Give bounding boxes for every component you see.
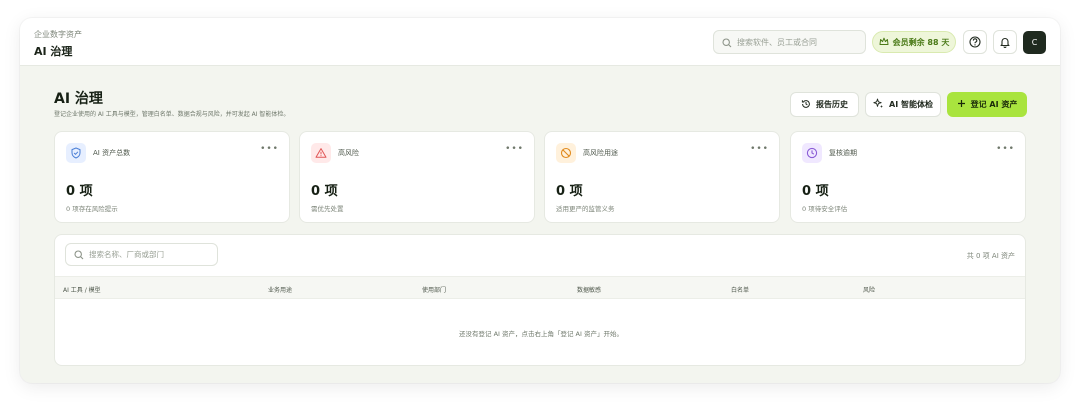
table-search-placeholder: 搜索名称、厂商或部门	[89, 250, 164, 259]
stat-card-high-risk: 高风险 ••• 0 项 需优先处置	[299, 131, 535, 223]
sparkle-icon	[873, 98, 884, 111]
column-header-data-sensitivity[interactable]: 数据敏感	[577, 285, 601, 294]
page-description: 登记企业使用的 AI 工具与模型，管理白名单、数据合规与风险，并可发起 AI 智…	[54, 111, 290, 118]
search-icon	[722, 33, 732, 52]
plus-icon	[957, 99, 966, 110]
bell-icon	[999, 33, 1011, 52]
global-search-input[interactable]: 搜索软件、员工或合同	[713, 30, 866, 54]
more-icon[interactable]: •••	[996, 144, 1015, 154]
register-ai-asset-button[interactable]: 登记 AI 资产	[947, 92, 1027, 117]
app-window: 企业数字资产 AI 治理 搜索软件、员工或合同 会员剩余 88 天 C AI 治…	[20, 18, 1060, 383]
table-header: AI 工具 / 模型 业务用途 使用部门 数据敏感 白名单 风险	[55, 276, 1025, 299]
block-icon	[556, 143, 576, 163]
table-search-input[interactable]: 搜索名称、厂商或部门	[65, 243, 218, 266]
stat-card-label: 高风险用途	[583, 149, 618, 157]
column-header-whitelist[interactable]: 白名单	[731, 285, 749, 294]
search-icon	[74, 245, 84, 264]
history-icon	[801, 99, 811, 111]
stat-card-total: AI 资产总数 ••• 0 项 0 项存在风险提示	[54, 131, 290, 223]
breadcrumb[interactable]: 企业数字资产	[34, 29, 82, 40]
stat-card-subtext: 适用更严的监管义务	[556, 205, 615, 213]
stat-card-subtext: 0 项待安全评估	[802, 205, 848, 213]
ai-asset-table: 搜索名称、厂商或部门 共 0 项 AI 资产 AI 工具 / 模型 业务用途 使…	[54, 234, 1026, 366]
warning-icon	[311, 143, 331, 163]
membership-text: 会员剩余 88 天	[892, 37, 950, 47]
shield-check-icon	[66, 143, 86, 163]
more-icon[interactable]: •••	[750, 144, 769, 154]
stat-card-value: 0 项	[802, 184, 829, 199]
column-header-risk[interactable]: 风险	[863, 285, 875, 294]
avatar[interactable]: C	[1023, 31, 1046, 54]
header-title: AI 治理	[34, 45, 73, 58]
stat-card-value: 0 项	[311, 184, 338, 199]
column-header-department[interactable]: 使用部门	[422, 285, 446, 294]
help-button[interactable]	[963, 30, 987, 54]
stat-card-subtext: 0 项存在风险提示	[66, 205, 118, 213]
stat-card-value: 0 项	[66, 184, 93, 199]
report-history-label: 报告历史	[816, 100, 848, 109]
column-header-usage[interactable]: 业务用途	[268, 285, 292, 294]
stat-card-label: 复核逾期	[829, 149, 857, 157]
stat-card-high-risk-usage: 高风险用途 ••• 0 项 适用更严的监管义务	[544, 131, 780, 223]
more-icon[interactable]: •••	[260, 144, 279, 154]
help-icon	[969, 33, 981, 52]
ai-checkup-button[interactable]: AI 智能体检	[865, 92, 941, 117]
page-title: AI 治理	[54, 91, 103, 107]
stat-card-label: AI 资产总数	[93, 149, 131, 157]
empty-state-message: 还没有登记 AI 资产，点击右上角「登记 AI 资产」开始。	[459, 330, 623, 338]
report-history-button[interactable]: 报告历史	[790, 92, 859, 117]
column-header-tool[interactable]: AI 工具 / 模型	[63, 285, 101, 294]
clock-icon	[802, 143, 822, 163]
top-bar: 企业数字资产 AI 治理 搜索软件、员工或合同 会员剩余 88 天 C	[20, 18, 1060, 66]
register-ai-asset-label: 登记 AI 资产	[970, 100, 1018, 109]
notifications-button[interactable]	[993, 30, 1017, 54]
stat-card-label: 高风险	[338, 149, 359, 157]
stat-card-subtext: 需优先处置	[311, 205, 344, 213]
stat-card-review-overdue: 复核逾期 ••• 0 项 0 项待安全评估	[790, 131, 1026, 223]
asset-count: 共 0 项 AI 资产	[966, 252, 1015, 260]
more-icon[interactable]: •••	[505, 144, 524, 154]
stat-card-value: 0 项	[556, 184, 583, 199]
crown-icon	[879, 37, 889, 48]
membership-badge[interactable]: 会员剩余 88 天	[872, 31, 956, 53]
global-search-placeholder: 搜索软件、员工或合同	[737, 37, 817, 47]
ai-checkup-label: AI 智能体检	[889, 100, 933, 109]
